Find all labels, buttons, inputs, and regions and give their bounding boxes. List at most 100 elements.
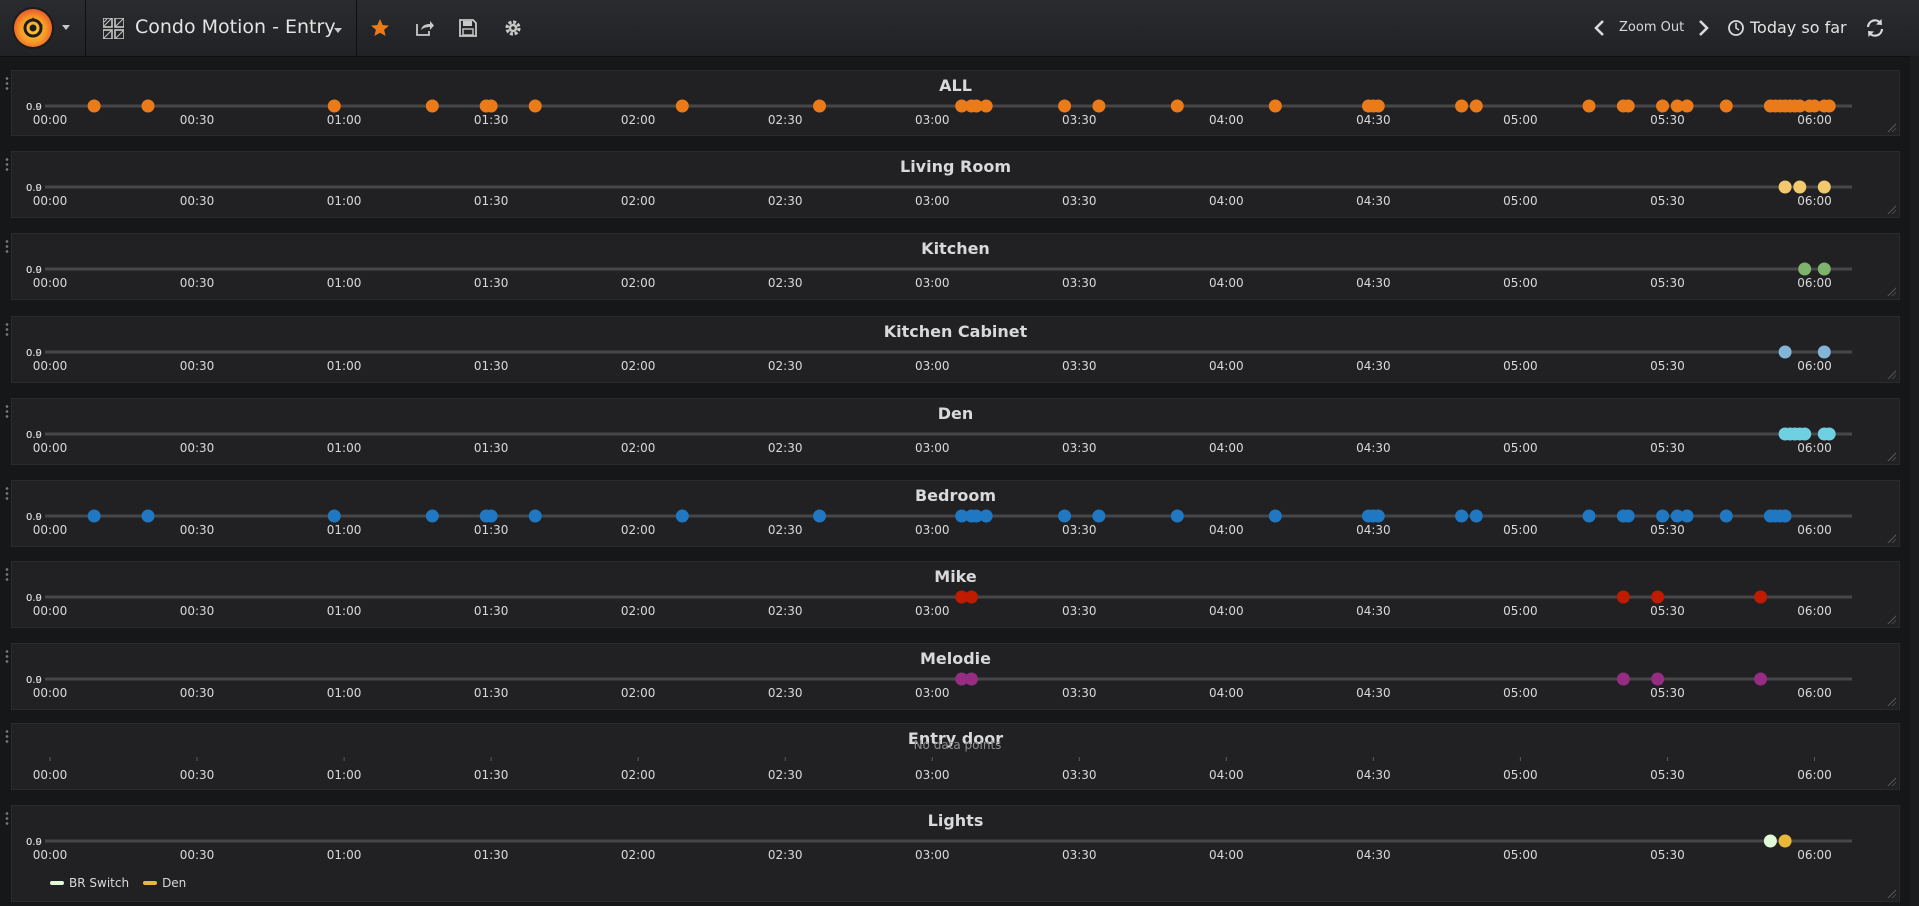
data-point-bedroom[interactable]: [1268, 509, 1282, 523]
data-point-all[interactable]: [141, 99, 155, 113]
panel-kitchen-cabinet[interactable]: Kitchen Cabinet 0.9 0.0 00:00 00:30 01:00 01:3…: [5, 316, 1900, 383]
legend-item-den[interactable]: Den: [143, 876, 186, 890]
panel-living-room[interactable]: Living Room 0.9 0.0 00:00 00:30 01:00 01:30 02:…: [5, 151, 1900, 218]
data-point-den[interactable]: [1798, 427, 1812, 441]
drag-handle-icon[interactable]: [5, 649, 9, 665]
data-point-bedroom[interactable]: [1582, 509, 1596, 523]
data-point-mike[interactable]: [1754, 590, 1768, 604]
data-point-all[interactable]: [1268, 99, 1282, 113]
panel-kitchen[interactable]: Kitchen 0.9 0.0 00:00 00:30 01:00 01:30 02:00 02…: [5, 233, 1900, 300]
legend-item-br-switch[interactable]: BR Switch: [50, 876, 129, 890]
data-point-living-room[interactable]: [1793, 180, 1807, 194]
grafana-menu-button[interactable]: [0, 0, 86, 56]
data-point-all[interactable]: [1656, 99, 1670, 113]
data-point-bedroom[interactable]: [813, 509, 827, 523]
data-point-bedroom[interactable]: [979, 509, 993, 523]
x-axis-tick-label: 04:00: [1209, 441, 1244, 455]
data-point-all[interactable]: [1719, 99, 1733, 113]
drag-handle-icon[interactable]: [5, 322, 9, 338]
star-icon[interactable]: [369, 17, 391, 39]
data-point-bedroom[interactable]: [141, 509, 155, 523]
drag-handle-icon[interactable]: [5, 157, 9, 173]
data-point-living-room[interactable]: [1817, 180, 1831, 194]
drag-handle-icon[interactable]: [5, 729, 9, 745]
data-point-bedroom[interactable]: [484, 509, 498, 523]
panel-lights[interactable]: Lights 0.9 0.0 00:00 00:30 01:00 01:30 02:00 02:…: [5, 805, 1900, 902]
panel-melodie[interactable]: Melodie 0.9 0.0 00:00 00:30 01:00 01:30 02:00 02…: [5, 643, 1900, 710]
data-point-mike[interactable]: [1616, 590, 1630, 604]
data-point-den[interactable]: [1822, 427, 1836, 441]
data-point-bedroom[interactable]: [1455, 509, 1469, 523]
data-point-bedroom[interactable]: [87, 509, 101, 523]
data-point-kitchen[interactable]: [1817, 262, 1831, 276]
data-point-br-switch[interactable]: [1763, 834, 1777, 848]
data-point-melodie[interactable]: [964, 672, 978, 686]
dashboard-title-dropdown[interactable]: Condo Motion - Entry: [86, 0, 357, 56]
panel-bedroom[interactable]: Bedroom 0.9 0.0 00:00 00:30 01:00 01:30 02:00 02…: [5, 480, 1900, 547]
data-point-bedroom[interactable]: [1656, 509, 1670, 523]
data-point-den[interactable]: [1778, 834, 1792, 848]
share-icon[interactable]: [413, 17, 435, 39]
data-point-all[interactable]: [528, 99, 542, 113]
data-point-all[interactable]: [484, 99, 498, 113]
data-point-bedroom[interactable]: [1092, 509, 1106, 523]
panel-entry-door[interactable]: Entry door No data points 00:00 00:30 01:00 0…: [5, 723, 1900, 790]
data-point-all[interactable]: [1092, 99, 1106, 113]
data-point-living-room[interactable]: [1778, 180, 1792, 194]
data-point-mike[interactable]: [964, 590, 978, 604]
data-point-bedroom[interactable]: [1778, 509, 1792, 523]
save-icon[interactable]: [457, 17, 479, 39]
data-point-all[interactable]: [979, 99, 993, 113]
panel-mike[interactable]: Mike 0.9 0.0 00:00 00:30 01:00 01:30 02:00 02:30…: [5, 561, 1900, 628]
panel-den[interactable]: Den 0.9 0.0 00:00 00:30 01:00 01:30 02:00 02:30 0…: [5, 398, 1900, 465]
data-point-bedroom[interactable]: [425, 509, 439, 523]
data-point-bedroom[interactable]: [1469, 509, 1483, 523]
data-point-bedroom[interactable]: [1058, 509, 1072, 523]
data-point-bedroom[interactable]: [1371, 509, 1385, 523]
data-point-kitchen[interactable]: [1798, 262, 1812, 276]
data-point-all[interactable]: [675, 99, 689, 113]
data-point-mike[interactable]: [1651, 590, 1665, 604]
data-point-all[interactable]: [87, 99, 101, 113]
data-point-bedroom[interactable]: [528, 509, 542, 523]
refresh-icon[interactable]: [1864, 17, 1886, 39]
drag-handle-icon[interactable]: [5, 239, 9, 255]
data-point-bedroom[interactable]: [675, 509, 689, 523]
x-axis-tick-label: 00:00: [33, 359, 68, 373]
data-point-kitchen-cabinet[interactable]: [1817, 345, 1831, 359]
data-point-all[interactable]: [327, 99, 341, 113]
drag-handle-icon[interactable]: [5, 404, 9, 420]
chevron-down-icon: [334, 28, 342, 33]
chevron-left-icon[interactable]: [1589, 17, 1611, 39]
data-point-bedroom[interactable]: [327, 509, 341, 523]
data-point-all[interactable]: [1621, 99, 1635, 113]
data-point-all[interactable]: [1680, 99, 1694, 113]
drag-handle-icon[interactable]: [5, 486, 9, 502]
zoom-out-button[interactable]: Zoom Out: [1619, 20, 1684, 35]
page-scrollbar[interactable]: [1910, 56, 1919, 906]
data-point-bedroom[interactable]: [1719, 509, 1733, 523]
data-point-all[interactable]: [1822, 99, 1836, 113]
settings-icon[interactable]: [502, 17, 524, 39]
drag-handle-icon[interactable]: [5, 567, 9, 583]
drag-handle-icon[interactable]: [5, 76, 9, 92]
data-point-melodie[interactable]: [1616, 672, 1630, 686]
data-point-melodie[interactable]: [1651, 672, 1665, 686]
drag-handle-icon[interactable]: [5, 811, 9, 827]
data-point-all[interactable]: [425, 99, 439, 113]
data-point-all[interactable]: [813, 99, 827, 113]
time-range-picker[interactable]: Today so far: [1750, 18, 1847, 37]
data-point-all[interactable]: [1058, 99, 1072, 113]
chevron-right-icon[interactable]: [1692, 17, 1714, 39]
data-point-all[interactable]: [1371, 99, 1385, 113]
data-point-bedroom[interactable]: [1621, 509, 1635, 523]
data-point-bedroom[interactable]: [1170, 509, 1184, 523]
data-point-all[interactable]: [1582, 99, 1596, 113]
data-point-melodie[interactable]: [1754, 672, 1768, 686]
panel-all[interactable]: ALL 0.9 0.0 00:00 00:30 01:00 01:30 02:00 02:30 0…: [5, 70, 1900, 136]
data-point-all[interactable]: [1455, 99, 1469, 113]
data-point-bedroom[interactable]: [1680, 509, 1694, 523]
data-point-all[interactable]: [1170, 99, 1184, 113]
data-point-kitchen-cabinet[interactable]: [1778, 345, 1792, 359]
data-point-all[interactable]: [1469, 99, 1483, 113]
